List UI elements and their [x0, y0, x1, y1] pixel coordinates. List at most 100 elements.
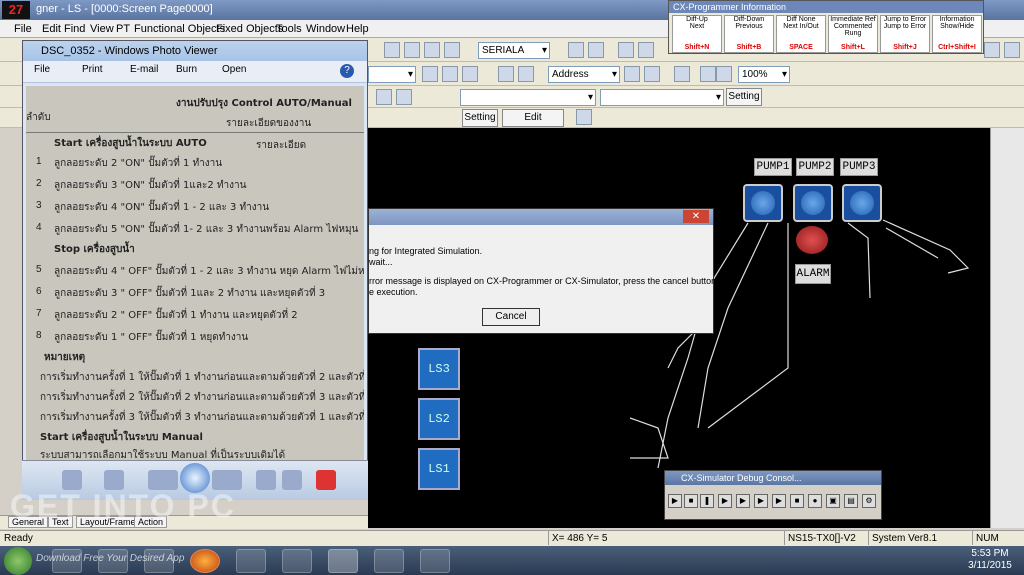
font-combo[interactable] — [368, 66, 416, 83]
menu-functional-objects[interactable]: Functional Objects — [134, 23, 225, 35]
break-icon[interactable]: ● — [808, 494, 822, 508]
reset-icon[interactable]: ■ — [790, 494, 804, 508]
delete-icon[interactable] — [316, 470, 336, 490]
step-in-icon[interactable]: ▶ — [754, 494, 768, 508]
port-combo[interactable]: SERIALA — [478, 42, 550, 59]
pump2-button[interactable] — [793, 184, 833, 222]
step-icon[interactable]: ▶ — [718, 494, 732, 508]
rotate-right-icon[interactable] — [282, 470, 302, 490]
cx-cell-next[interactable]: Diff-Up Next Shift+N — [672, 15, 722, 53]
draw-rect-icon[interactable] — [396, 89, 412, 105]
previous-icon[interactable] — [148, 470, 178, 490]
grid-icon[interactable] — [700, 66, 716, 82]
ls1-button[interactable]: LS1 — [418, 448, 460, 490]
value-input[interactable] — [600, 89, 724, 106]
menu-find[interactable]: Find — [64, 23, 85, 35]
window-min-icon[interactable] — [984, 42, 1000, 58]
step-run-icon[interactable]: ▶ — [736, 494, 750, 508]
id-icon[interactable] — [644, 66, 660, 82]
cx-cell-previous[interactable]: Diff-Down Previous Shift+B — [724, 15, 774, 53]
zoom-combo[interactable]: 100% — [738, 66, 790, 83]
pv-menu-file[interactable]: File — [34, 64, 50, 75]
menu-view[interactable]: View — [90, 23, 114, 35]
dialog-close-button[interactable]: ✕ — [683, 210, 709, 223]
stop-icon[interactable]: ■ — [684, 494, 698, 508]
ls3-button[interactable]: LS3 — [418, 348, 460, 390]
cx-cell-information[interactable]: Information Show/Hide Ctrl+Shift+I — [932, 15, 982, 53]
run-icon[interactable]: ▶ — [668, 494, 682, 508]
window-close-icon[interactable] — [1004, 42, 1020, 58]
check-icon[interactable] — [618, 42, 634, 58]
start-button[interactable] — [4, 547, 32, 575]
menu-help[interactable]: Help — [346, 23, 369, 35]
app-logo: 27 — [2, 1, 30, 19]
rotate-left-icon[interactable] — [256, 470, 276, 490]
setting-button[interactable]: Setting — [462, 109, 498, 127]
doc-line: Start เครื่องสูบน้ำในระบบ Manual — [40, 432, 203, 443]
paste-icon[interactable] — [424, 42, 440, 58]
fit-icon[interactable] — [104, 470, 124, 490]
align-right-icon[interactable] — [462, 66, 478, 82]
menu-window[interactable]: Window — [306, 23, 345, 35]
step-out-icon[interactable]: ▶ — [772, 494, 786, 508]
pv-menu-open[interactable]: Open — [222, 64, 246, 75]
taskbar-clock[interactable]: 5:53 PM 3/11/2015 — [960, 548, 1020, 572]
status-num: NUM — [976, 533, 999, 544]
cx-cell-jump-error[interactable]: Jump to Error Jump to Error Shift+J — [880, 15, 930, 53]
cancel-button[interactable]: Cancel — [482, 308, 540, 326]
io-icon[interactable]: ▤ — [844, 494, 858, 508]
doc-line: ลูกลอยระดับ 5 "ON" ปั๊มตัวที่ 1- 2 และ 3… — [54, 224, 359, 235]
align-center-icon[interactable] — [442, 66, 458, 82]
settings-icon[interactable]: ⚙ — [862, 494, 876, 508]
menu-edit[interactable]: Edit — [42, 23, 61, 35]
pump3-button[interactable] — [842, 184, 882, 222]
cx-cell-key: Shift+L — [841, 44, 865, 51]
menu-tools[interactable]: Tools — [276, 23, 302, 35]
grid2-icon[interactable] — [716, 66, 732, 82]
transfer-icon[interactable] — [638, 42, 654, 58]
help-icon[interactable]: ? — [340, 64, 354, 78]
zoom-icon[interactable] — [62, 470, 82, 490]
cx-cell-next-inout[interactable]: Diff None Next In/Out SPACE — [776, 15, 826, 53]
size-icon[interactable] — [518, 66, 534, 82]
photo-viewer-icon[interactable] — [282, 549, 312, 573]
find-icon[interactable] — [588, 42, 604, 58]
draw-line-icon[interactable] — [376, 89, 392, 105]
cut-icon[interactable] — [384, 42, 400, 58]
pause-icon[interactable]: ❚ — [700, 494, 714, 508]
pv-menu-print[interactable]: Print — [82, 64, 103, 75]
app-icon[interactable] — [236, 549, 266, 573]
undo-icon[interactable] — [444, 42, 460, 58]
monitor-icon[interactable]: ▣ — [826, 494, 840, 508]
vertical-scrollbar[interactable] — [990, 128, 1024, 528]
watermark-text: GET INTO PC — [10, 488, 236, 524]
addr-icon[interactable] — [624, 66, 640, 82]
copy-icon[interactable] — [404, 42, 420, 58]
cx-cell-commented-rung[interactable]: Immediate Ref Commented Rung Shift+L — [828, 15, 878, 53]
doc-line: ลูกลอยระดับ 2 "ON" ปั๊มตัวที่ 1 ทำงาน — [54, 158, 223, 169]
cx-designer-icon[interactable] — [328, 549, 358, 573]
address-combo[interactable]: Address — [548, 66, 620, 83]
firefox-icon[interactable] — [190, 549, 220, 573]
menu-file[interactable]: File — [14, 23, 32, 35]
pump1-button[interactable] — [743, 184, 783, 222]
cx-programmer-icon[interactable] — [374, 549, 404, 573]
next-icon[interactable] — [212, 470, 242, 490]
setting-button-2[interactable]: Setting — [726, 88, 762, 106]
pump1-label: PUMP1 — [754, 158, 792, 176]
doc-line: ลูกลอยระดับ 4 " OFF" ปั๊มตัวที่ 1 - 2 แล… — [54, 266, 364, 277]
status-divider — [972, 531, 973, 545]
binoculars-icon[interactable] — [568, 42, 584, 58]
menu-fixed-objects[interactable]: Fixed Objects — [216, 23, 283, 35]
distribute-icon[interactable] — [498, 66, 514, 82]
menu-pt[interactable]: PT — [116, 23, 130, 35]
cursor-icon[interactable] — [674, 66, 690, 82]
property-combo[interactable] — [460, 89, 596, 106]
cx-simulator-icon[interactable] — [420, 549, 450, 573]
paint-icon[interactable] — [576, 109, 592, 125]
pv-menu-email[interactable]: E-mail — [130, 64, 158, 75]
pv-menu-burn[interactable]: Burn — [176, 64, 197, 75]
align-left-icon[interactable] — [422, 66, 438, 82]
ls2-button[interactable]: LS2 — [418, 398, 460, 440]
edit-contents-button[interactable]: Edit Contents... — [502, 109, 564, 139]
